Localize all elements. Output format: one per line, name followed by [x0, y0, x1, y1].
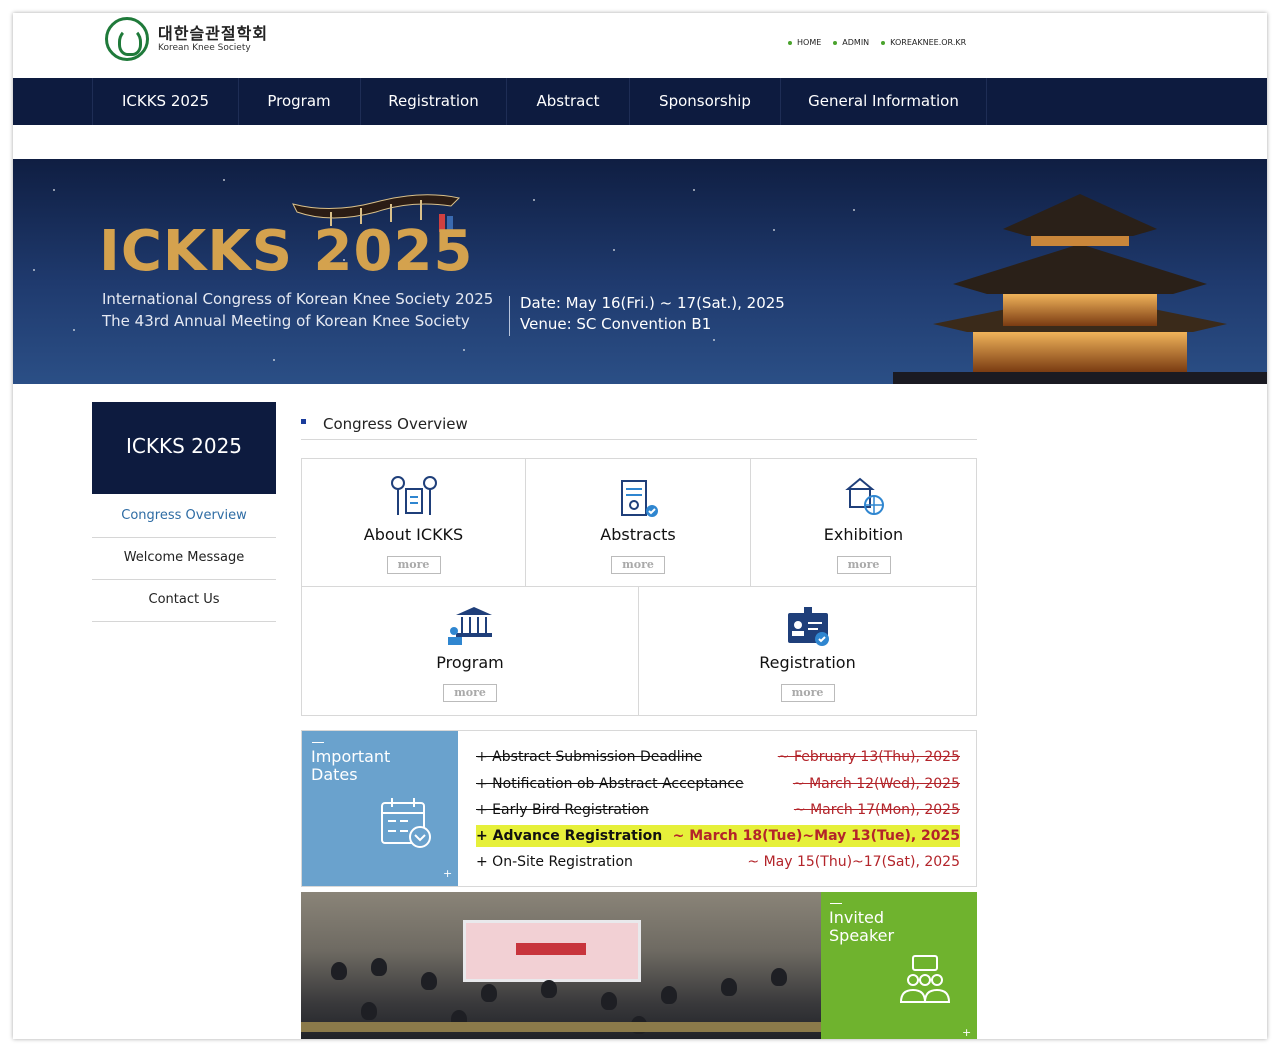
- banner-title: ICKKS 2025: [99, 219, 474, 284]
- projection-screen: [463, 920, 641, 982]
- registration-icon: [787, 607, 829, 646]
- date-row-highlighted: + Advance Registration ~ March 18(Tue)~Ma…: [476, 825, 960, 847]
- page-title: Congress Overview: [323, 415, 468, 433]
- page-frame: 대한슬관절학회 Korean Knee Society HOME ADMIN K…: [13, 13, 1267, 1039]
- banner-subtitle-congress: International Congress of Korean Knee So…: [102, 290, 494, 308]
- banner-divider: [509, 296, 510, 336]
- card-about-ickks[interactable]: About ICKKS more: [301, 458, 526, 587]
- section-header: Congress Overview: [301, 413, 977, 440]
- palace-illustration-icon: [893, 194, 1267, 384]
- banner-subtitle-meeting: The 43rd Annual Meeting of Korean Knee S…: [102, 312, 470, 330]
- nav-ickks-2025[interactable]: ICKKS 2025: [92, 78, 239, 125]
- card-exhibition[interactable]: Exhibition more: [750, 458, 977, 587]
- important-dates-title: Important Dates: [311, 747, 391, 784]
- sidebar-item-welcome-message[interactable]: Welcome Message: [92, 537, 276, 580]
- more-button[interactable]: more: [443, 684, 497, 702]
- bullet-icon: [788, 40, 792, 45]
- square-bullet-icon: [301, 419, 306, 424]
- date-row: + Abstract Submission Deadline ~ February…: [476, 749, 960, 765]
- more-button[interactable]: more: [780, 684, 835, 702]
- banner-venue: Venue: SC Convention B1: [520, 315, 712, 333]
- title-dash: [312, 742, 324, 743]
- program-icon: [448, 607, 492, 645]
- banner-date: Date: May 16(Fri.) ~ 17(Sat.), 2025: [520, 294, 785, 312]
- important-dates-tile[interactable]: Important Dates +: [302, 731, 458, 886]
- important-dates-plus-icon[interactable]: +: [443, 867, 452, 880]
- bullet-icon: [833, 40, 838, 45]
- sidebar-item-congress-overview[interactable]: Congress Overview: [92, 495, 276, 538]
- sidebar-title: ICKKS 2025: [92, 402, 276, 494]
- knee-society-emblem-icon: [105, 17, 149, 61]
- nav-abstract[interactable]: Abstract: [507, 78, 630, 125]
- more-button[interactable]: more: [386, 556, 441, 574]
- util-link-home[interactable]: HOME: [788, 38, 821, 47]
- more-button[interactable]: more: [836, 556, 891, 574]
- nav-sponsorship[interactable]: Sponsorship: [630, 78, 781, 125]
- invited-speaker-plus-icon[interactable]: +: [962, 1026, 971, 1039]
- hero-banner: ICKKS 2025 International Congress of Kor…: [13, 159, 1267, 384]
- logo-korean-name: 대한슬관절학회: [158, 23, 269, 43]
- society-logo[interactable]: 대한슬관절학회 Korean Knee Society: [105, 17, 268, 61]
- util-link-admin[interactable]: ADMIN: [833, 38, 869, 47]
- nav-registration[interactable]: Registration: [361, 78, 507, 125]
- exhibition-icon: [844, 477, 884, 515]
- card-label: About ICKKS: [363, 525, 464, 544]
- more-button[interactable]: more: [611, 556, 665, 574]
- calendar-icon: [381, 798, 431, 848]
- utility-links: HOME ADMIN KOREAKNEE.OR.KR: [788, 38, 966, 47]
- logo-english-name: Korean Knee Society: [158, 43, 251, 54]
- main-navigation: ICKKS 2025 Program Registration Abstract…: [13, 78, 1267, 125]
- card-label: Abstracts: [600, 525, 676, 544]
- about-ickks-icon: [390, 476, 437, 515]
- conference-photo: [301, 892, 821, 1039]
- date-row: + Notification ob Abstract Acceptance ~ M…: [476, 776, 960, 792]
- card-program[interactable]: Program more: [301, 586, 639, 716]
- abstracts-icon: [621, 480, 658, 517]
- invited-speaker-title: Invited Speaker: [829, 908, 895, 945]
- invited-speaker-tile[interactable]: Invited Speaker +: [821, 892, 977, 1039]
- title-dash: [830, 903, 842, 904]
- speaker-group-icon: [899, 955, 951, 1003]
- sidebar-item-contact-us[interactable]: Contact Us: [92, 579, 276, 622]
- nav-general-information[interactable]: General Information: [781, 78, 987, 125]
- date-row: + Early Bird Registration ~ March 17(Mon)…: [476, 802, 960, 818]
- card-abstracts[interactable]: Abstracts more: [525, 458, 751, 587]
- card-label: Program: [436, 653, 504, 672]
- date-row: + On-Site Registration ~ May 15(Thu)~17(S…: [476, 854, 960, 870]
- card-label: Registration: [759, 653, 856, 672]
- card-registration[interactable]: Registration more: [638, 586, 977, 716]
- nav-program[interactable]: Program: [238, 78, 361, 125]
- util-link-site[interactable]: KOREAKNEE.OR.KR: [881, 38, 966, 47]
- card-label: Exhibition: [823, 525, 904, 544]
- important-dates-panel: Important Dates + + Abstract Submission …: [301, 730, 977, 887]
- bullet-icon: [881, 40, 886, 45]
